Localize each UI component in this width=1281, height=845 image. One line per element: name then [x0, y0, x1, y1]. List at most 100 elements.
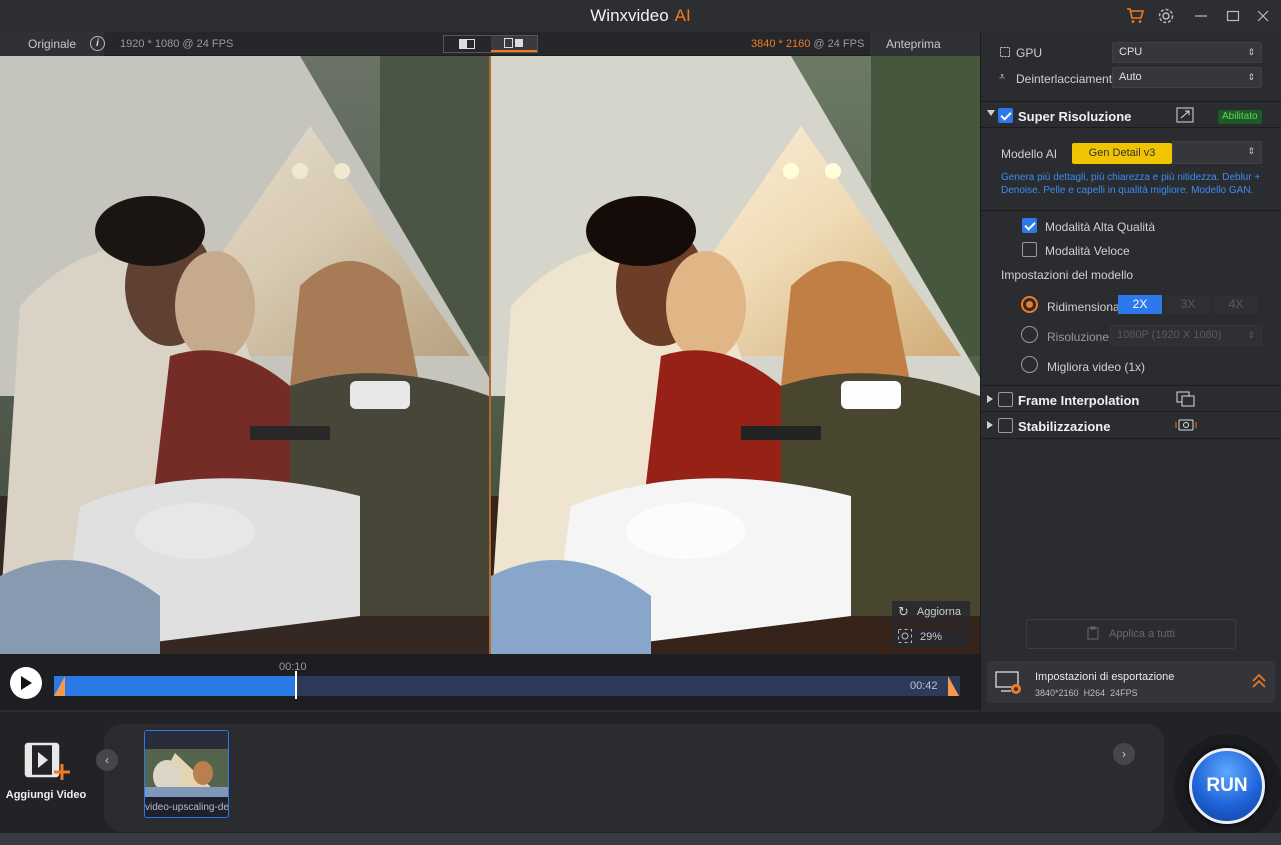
- video-list: [104, 724, 1164, 832]
- model-settings-label: Impostazioni del modello: [1001, 268, 1134, 282]
- app-title-text: Winxvideo: [590, 6, 669, 25]
- enhanced-frame: [491, 56, 980, 654]
- media-bar: Aggiungi Video ‹ › video-upscaling-demo …: [0, 712, 1281, 845]
- timeline: 00:10 00:42: [0, 654, 980, 710]
- maximize-icon[interactable]: [1223, 6, 1243, 26]
- chevron-updown-icon: ⇕: [1247, 330, 1255, 340]
- super-resolution-checkbox[interactable]: [998, 108, 1013, 123]
- chevron-updown-icon: ⇕: [1247, 47, 1255, 57]
- deinterlace-label: Deinterlacciamento: [1016, 72, 1119, 86]
- add-video-button[interactable]: Aggiungi Video: [4, 742, 88, 801]
- export-codec: H264: [1083, 688, 1106, 698]
- ai-model-label: Modello AI: [1001, 147, 1058, 161]
- deinterlace-select[interactable]: Auto ⇕: [1112, 67, 1262, 88]
- ai-model-dropdown[interactable]: ⇕: [1172, 141, 1262, 164]
- current-time: 00:10: [279, 661, 307, 673]
- export-fps: 24FPS: [1110, 688, 1138, 698]
- resolution-select-value: 1080P (1920 X 1080): [1117, 329, 1222, 341]
- timeline-progress: [54, 676, 296, 696]
- split-view-icon[interactable]: [490, 36, 537, 52]
- super-resolution-header[interactable]: Super Risoluzione Abilitato: [981, 101, 1281, 128]
- add-video-icon: [22, 742, 70, 785]
- add-video-label: Aggiungi Video: [5, 789, 87, 801]
- frame-interpolation-checkbox[interactable]: [998, 392, 1013, 407]
- expand-arrow-icon[interactable]: [987, 395, 993, 403]
- thumbnail-filename: video-upscaling-demo: [145, 802, 229, 813]
- scale-3x-button[interactable]: 3X: [1166, 295, 1210, 314]
- minimize-icon[interactable]: [1191, 6, 1211, 26]
- fast-mode-label: Modalità Veloce: [1045, 244, 1130, 258]
- deinterlace-icon: ⩡: [999, 71, 1006, 83]
- view-mode-toggle: [443, 35, 538, 53]
- resolution-select[interactable]: 1080P (1920 X 1080) ⇕: [1110, 325, 1262, 346]
- original-frame: [0, 56, 489, 654]
- zoom-control[interactable]: 29%: [892, 626, 970, 648]
- end-time: 00:42: [910, 680, 938, 692]
- gpu-select[interactable]: CPU ⇕: [1112, 42, 1262, 63]
- collapse-arrow-icon[interactable]: [987, 110, 995, 116]
- refresh-label: Aggiorna: [916, 606, 961, 618]
- video-thumbnail[interactable]: video-upscaling-demo: [144, 730, 229, 818]
- video-preview[interactable]: ↻ Aggiorna 29%: [0, 56, 980, 654]
- export-settings-icon: [995, 670, 1023, 699]
- resolution-radio[interactable]: [1021, 326, 1038, 343]
- settings-panel: GPU CPU ⇕ ⩡ Deinterlacciamento Auto ⇕ Supe…: [980, 32, 1281, 712]
- scroll-left-icon[interactable]: ‹: [96, 749, 118, 771]
- resize-arrow-icon: [1176, 107, 1194, 126]
- high-quality-label: Modalità Alta Qualità: [1045, 220, 1156, 234]
- original-view-button[interactable]: Originale: [0, 32, 104, 56]
- output-resolution-value: 3840 * 2160: [751, 38, 811, 50]
- export-resolution: 3840*2160: [1035, 688, 1079, 698]
- frames-icon: [1176, 391, 1196, 410]
- stabilization-checkbox[interactable]: [998, 418, 1013, 433]
- gpu-icon: [999, 46, 1011, 61]
- title-bar: Winxvideo AI: [0, 0, 1281, 32]
- run-button[interactable]: RUN: [1189, 748, 1265, 824]
- scroll-right-icon[interactable]: ›: [1113, 743, 1135, 765]
- play-button[interactable]: [10, 667, 42, 699]
- zoom-level: 29%: [920, 631, 943, 643]
- frame-interpolation-title: Frame Interpolation: [1018, 393, 1140, 408]
- settings-gear-icon[interactable]: [1156, 6, 1176, 26]
- super-resolution-title: Super Risoluzione: [1018, 109, 1132, 124]
- preview-button[interactable]: Anteprima: [870, 32, 980, 56]
- divider: [981, 210, 1281, 211]
- fast-mode-checkbox[interactable]: [1022, 242, 1037, 257]
- output-resolution: 3840 * 2160 @ 24 FPS: [751, 38, 864, 50]
- enhance-video-radio[interactable]: [1021, 356, 1038, 373]
- resize-radio[interactable]: [1021, 296, 1038, 313]
- single-view-icon[interactable]: [444, 36, 491, 52]
- stabilization-header[interactable]: Stabilizzazione: [981, 412, 1281, 439]
- apply-to-all-label: Applica a tutti: [1108, 628, 1176, 640]
- high-quality-checkbox[interactable]: [1022, 218, 1037, 233]
- scale-2x-button[interactable]: 2X: [1118, 295, 1162, 314]
- status-bar: [0, 833, 1281, 845]
- scale-4x-button[interactable]: 4X: [1214, 295, 1258, 314]
- chevron-updown-icon: ⇕: [1247, 72, 1255, 82]
- timeline-track[interactable]: [54, 676, 960, 696]
- gpu-label: GPU: [1016, 46, 1043, 60]
- original-resolution: 1920 * 1080 @ 24 FPS: [120, 38, 234, 50]
- expand-arrow-icon[interactable]: [987, 421, 993, 429]
- stabilization-title: Stabilizzazione: [1018, 419, 1111, 434]
- playhead[interactable]: [294, 671, 297, 699]
- frame-interpolation-header[interactable]: Frame Interpolation: [981, 385, 1281, 412]
- app-title: Winxvideo AI: [0, 6, 1281, 26]
- ai-model-value[interactable]: Gen Detail v3: [1072, 143, 1172, 164]
- double-chevron-up-icon[interactable]: [1252, 673, 1266, 692]
- enabled-badge: Abilitato: [1218, 110, 1262, 124]
- refresh-icon: ↻: [898, 604, 909, 619]
- app-title-ai: AI: [674, 6, 691, 25]
- gpu-select-value: CPU: [1119, 46, 1143, 58]
- info-icon[interactable]: i: [90, 36, 105, 51]
- refresh-preview-button[interactable]: ↻ Aggiorna: [892, 601, 970, 623]
- export-settings-title: Impostazioni di esportazione: [1035, 671, 1175, 683]
- cart-icon[interactable]: [1125, 6, 1145, 26]
- apply-to-all-button[interactable]: Applica a tutti: [1026, 619, 1236, 649]
- clipboard-icon: [1087, 626, 1099, 643]
- zoom-icon: [898, 628, 912, 646]
- chevron-updown-icon: ⇕: [1247, 146, 1255, 156]
- close-icon[interactable]: [1253, 6, 1273, 26]
- export-settings-box[interactable]: Impostazioni di esportazione 3840*2160 H…: [987, 661, 1275, 703]
- resolution-label: Risoluzione: [1047, 330, 1110, 344]
